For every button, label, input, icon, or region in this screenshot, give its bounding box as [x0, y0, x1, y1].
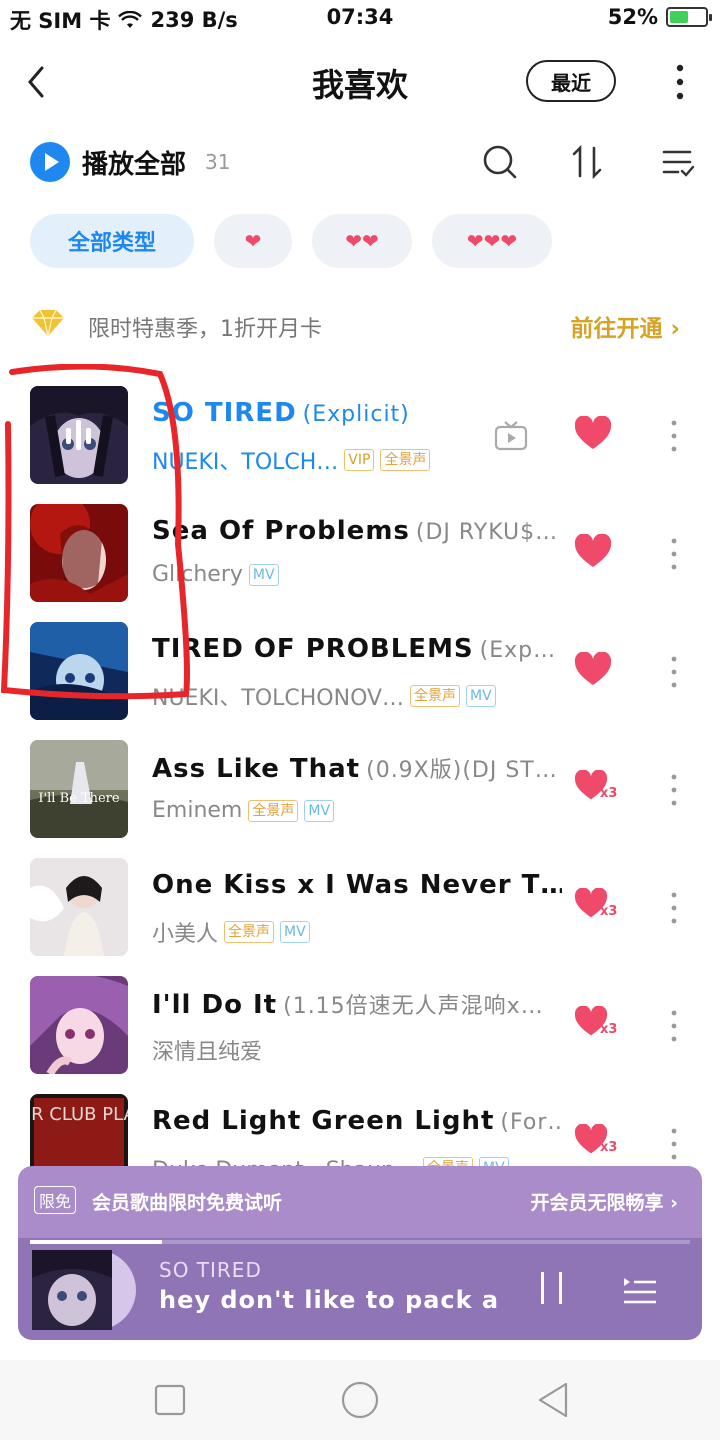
playback-progress[interactable] [30, 1240, 690, 1244]
mv-badge: MV [304, 799, 335, 822]
song-subtitle: (Exp… [479, 638, 557, 663]
like-level: x3 [600, 1022, 618, 1037]
dolby-atmos-badge: 全景声 [248, 799, 299, 822]
like-level: x3 [600, 1140, 618, 1155]
chevron-right-icon: › [670, 316, 680, 342]
back-icon[interactable] [534, 1380, 574, 1420]
home-icon[interactable] [340, 1380, 380, 1420]
search-icon[interactable] [480, 142, 520, 182]
playback-progress-fill [30, 1240, 162, 1244]
song-row[interactable]: I'll Be There Ass Like That (0.9X版)(DJ ST… [0, 732, 720, 850]
free-badge: 限免 [34, 1186, 77, 1214]
song-more-icon[interactable] [666, 772, 682, 808]
mv-tv-icon[interactable] [494, 420, 528, 452]
song-subtitle: (1.15倍速无人声混响x… [283, 994, 544, 1019]
diamond-icon [32, 309, 64, 337]
now-playing-lyric: hey don't like to pack a t [159, 1286, 499, 1314]
chip-all-types[interactable]: 全部类型 [30, 214, 194, 268]
system-nav-bar [0, 1360, 720, 1440]
battery-fill [670, 11, 688, 23]
status-bar: 无 SIM 卡 239 B/s 07:34 52% [0, 0, 720, 36]
song-row[interactable]: One Kiss x I Was Never T… 小美人 全景声 MV x3 [0, 850, 720, 968]
song-title: I'll Do It [152, 990, 278, 1020]
top-bar: 我喜欢 最近 [0, 50, 720, 114]
sort-icon[interactable] [568, 142, 608, 182]
vip-trial-banner[interactable]: 限免 会员歌曲限时免费试听 开会员无限畅享 › [18, 1166, 702, 1238]
red-annotation-outline [0, 364, 190, 700]
song-subtitle: (For… [500, 1110, 562, 1135]
chip-three-hearts[interactable]: ❤❤❤ [432, 214, 552, 268]
cover-title: I'll Be There [38, 791, 119, 806]
vip-promo-bar[interactable]: 限时特惠季，1折开月卡 前往开通 › [30, 302, 690, 346]
song-more-icon[interactable] [666, 418, 682, 454]
song-subtitle: (DJ RYKU$… [415, 520, 559, 545]
song-row[interactable]: I'll Do It (1.15倍速无人声混响x… 深情且纯爱 x3 [0, 968, 720, 1086]
song-title: Red Light Green Light [152, 1106, 495, 1136]
dolby-atmos-badge: 全景声 [224, 921, 275, 943]
play-all-icon[interactable] [30, 142, 70, 182]
vip-banner-text: 会员歌曲限时免费试听 [92, 1192, 283, 1214]
song-count: 31 [205, 150, 231, 174]
battery-icon [666, 7, 712, 27]
heart-icon[interactable] [574, 534, 612, 570]
song-artist: Eminem [152, 798, 243, 823]
vip-banner-link-label: 开会员无限畅享 [530, 1192, 664, 1214]
album-cover [30, 976, 128, 1074]
song-title: One Kiss x I Was Never T… [152, 870, 562, 900]
pause-icon[interactable] [538, 1270, 566, 1306]
heart-x3-icon[interactable]: x3 [574, 1123, 617, 1160]
mv-badge: MV [248, 563, 279, 586]
heart-icon[interactable] [574, 652, 612, 688]
recent-apps-icon[interactable] [150, 1380, 190, 1420]
song-subtitle: (Explicit) [302, 402, 410, 427]
battery-percent: 52% [607, 5, 658, 29]
like-level: x3 [600, 904, 618, 919]
promo-text: 限时特惠季，1折开月卡 [88, 317, 322, 342]
dolby-atmos-badge: 全景声 [380, 449, 431, 471]
recent-button[interactable]: 最近 [526, 60, 616, 102]
cover-title: FOR CLUB PLAY [30, 1104, 128, 1125]
now-playing-cover[interactable] [32, 1250, 136, 1330]
song-more-icon[interactable] [666, 1008, 682, 1044]
promo-link-label: 前往开通 [570, 316, 663, 342]
song-subtitle: (0.9X版)(DJ ST… [366, 758, 558, 783]
song-more-icon[interactable] [666, 890, 682, 926]
vip-banner-link[interactable]: 开会员无限畅享 › [531, 1188, 678, 1215]
vip-badge: VIP [344, 449, 375, 471]
dolby-atmos-badge: 全景声 [410, 685, 461, 707]
mv-badge: MV [466, 685, 496, 707]
album-cover: I'll Be There [30, 740, 128, 838]
heart-x3-icon[interactable]: x3 [574, 1005, 617, 1042]
mv-badge: MV [280, 921, 310, 943]
manage-list-icon[interactable] [658, 142, 698, 182]
chip-one-heart[interactable]: ❤ [214, 214, 292, 268]
heart-x3-icon[interactable]: x3 [574, 769, 617, 806]
play-all-bar: 播放全部 31 [0, 136, 720, 192]
like-level: x3 [600, 786, 618, 801]
album-cover [30, 858, 128, 956]
song-more-icon[interactable] [666, 654, 682, 690]
heart-icon[interactable] [574, 416, 612, 452]
more-vertical-icon[interactable] [664, 62, 696, 102]
play-all-button[interactable]: 播放全部 [82, 144, 186, 181]
heart-x3-icon[interactable]: x3 [574, 887, 617, 924]
song-more-icon[interactable] [666, 1126, 682, 1162]
mini-player[interactable]: SO TIRED hey don't like to pack a t [18, 1238, 702, 1340]
chip-two-hearts[interactable]: ❤❤ [312, 214, 412, 268]
chevron-right-icon: › [670, 1192, 678, 1214]
song-more-icon[interactable] [666, 536, 682, 572]
playlist-queue-icon[interactable] [622, 1272, 658, 1304]
promo-link[interactable]: 前往开通 › [571, 309, 681, 343]
song-artist: 小美人 [152, 922, 219, 947]
filter-chips: 全部类型 ❤ ❤❤ ❤❤❤ [30, 214, 552, 268]
now-playing-title: SO TIRED [159, 1258, 262, 1282]
song-title: Ass Like That [152, 754, 361, 784]
song-artist: 深情且纯爱 [152, 1040, 263, 1065]
song-title: TIRED OF PROBLEMS [152, 634, 474, 664]
